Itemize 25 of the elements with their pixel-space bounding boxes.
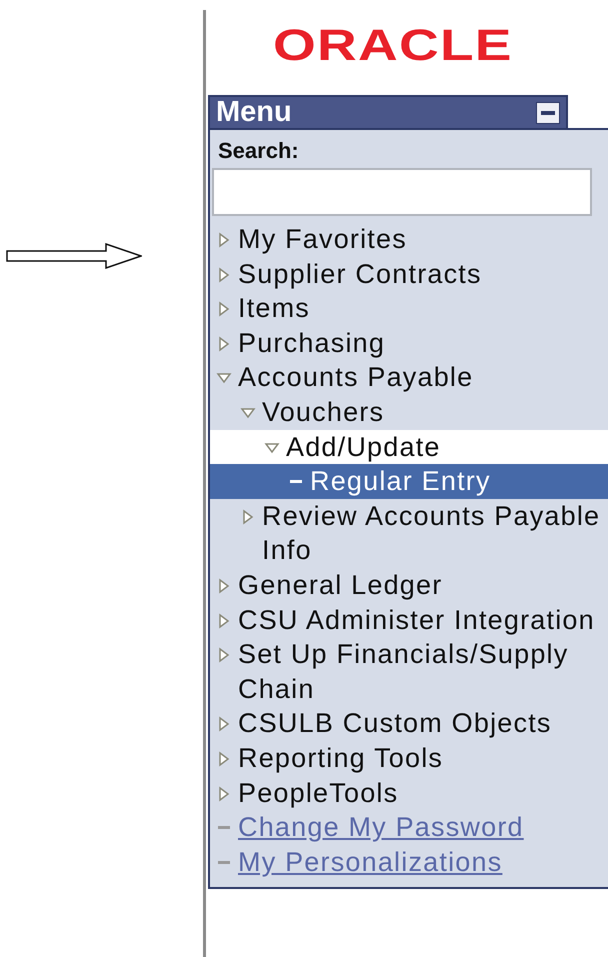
search-label: Search: (217, 137, 300, 165)
dash-icon (218, 860, 230, 864)
menu-item[interactable]: Accounts Payable (210, 360, 608, 395)
menu-item[interactable]: Reporting Tools (210, 740, 608, 776)
menu-item[interactable]: Items (210, 291, 608, 326)
menu-item[interactable]: CSU Administer Integration (210, 602, 608, 638)
menu-item[interactable]: Vouchers (210, 394, 608, 430)
menu-item[interactable]: PeopleTools (210, 776, 608, 810)
menu-item[interactable]: CSULB Custom Objects (210, 706, 608, 741)
menu-item[interactable]: General Ledger (210, 568, 608, 603)
search-field[interactable] (212, 168, 592, 216)
menu-title: Menu (216, 97, 292, 128)
dash-icon (218, 826, 230, 830)
menu-item[interactable]: Supplier Contracts (210, 256, 608, 292)
menu-item[interactable]: Review Accounts Payable Info (210, 498, 608, 568)
menu-item[interactable]: Set Up Financials/Supply Chain (210, 637, 608, 706)
menu-item[interactable]: Add/Update (210, 430, 608, 464)
logo: ORACLE (273, 24, 513, 72)
menu-item[interactable]: My Favorites (210, 222, 608, 257)
dash-icon (290, 480, 302, 484)
menu-link[interactable]: My Personalizations (210, 844, 608, 880)
menu-item[interactable]: Regular Entry (210, 464, 608, 499)
collapse-button[interactable] (536, 102, 560, 124)
menu-link[interactable]: Change My Password (210, 810, 608, 845)
menu-item[interactable]: Purchasing (210, 326, 608, 360)
